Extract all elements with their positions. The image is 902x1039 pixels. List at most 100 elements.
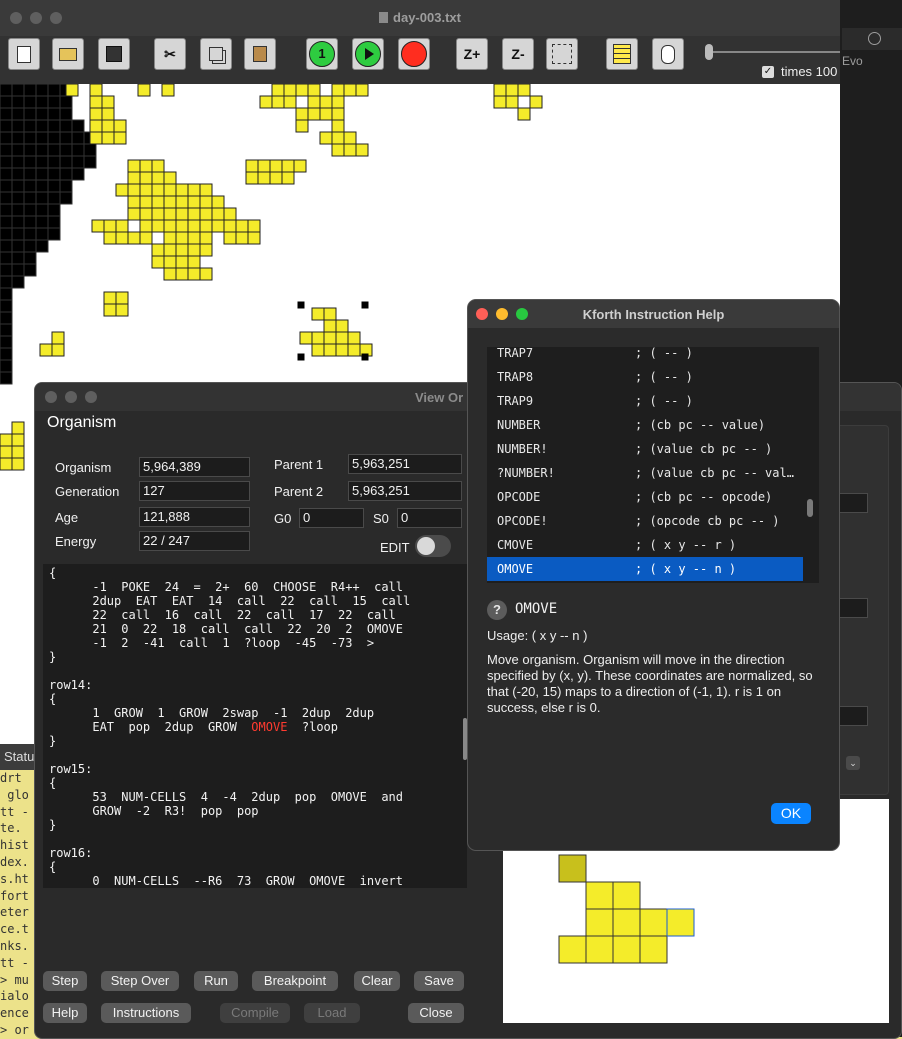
parent2-value: 5,963,251	[348, 481, 462, 501]
barrier-cell	[35, 239, 49, 253]
barrier-cell	[0, 287, 13, 301]
instruction-item[interactable]: OPCODE ; (cb pc -- opcode)	[487, 485, 803, 509]
zoom-out-button[interactable]: Z-	[502, 38, 534, 70]
barrier-cell	[59, 107, 73, 121]
barrier-cell	[59, 167, 73, 181]
instruction-item[interactable]: OPCODE! ; (opcode cb pc -- )	[487, 509, 803, 533]
save-button[interactable]: Save	[414, 971, 464, 991]
organism-cell	[139, 231, 153, 245]
s0-value[interactable]: 0	[397, 508, 462, 528]
organism-cell	[323, 343, 337, 357]
instruction-item[interactable]: TRAP8 ; ( -- )	[487, 365, 803, 389]
barrier-cell	[0, 335, 13, 349]
question-icon: ?	[487, 600, 507, 620]
ok-button[interactable]: OK	[771, 803, 811, 824]
organism-cell	[127, 183, 141, 197]
play-button[interactable]	[352, 38, 384, 70]
instruction-item[interactable]: NUMBER ; (cb pc -- value)	[487, 413, 803, 437]
paste-button[interactable]	[244, 38, 276, 70]
terminal-fragment: drt glo tt - te. hist dex. s.ht fort ete…	[0, 770, 34, 1037]
chevron-down-icon[interactable]: ⌄	[846, 756, 860, 770]
zoom-fit-button[interactable]	[546, 38, 578, 70]
new-file-icon	[17, 45, 31, 63]
grid-view-button[interactable]	[606, 38, 638, 70]
preview-cell	[612, 908, 641, 937]
step-over-button[interactable]: Step Over	[101, 971, 179, 991]
barrier-cell	[47, 191, 61, 205]
instructions-button[interactable]: Instructions	[101, 1003, 191, 1023]
organism-cell	[343, 83, 357, 97]
barrier-cell	[0, 323, 13, 337]
instruction-item[interactable]: ?NUMBER! ; (value cb pc -- val…	[487, 461, 803, 485]
instruction-item[interactable]: OMOVE ; ( x y -- n )	[487, 557, 803, 581]
organism-cell	[151, 219, 165, 233]
background-tab-label: Evo	[842, 54, 863, 68]
background-window-tab[interactable]: Evo	[842, 28, 902, 68]
organism-cell	[271, 83, 285, 97]
instruction-list[interactable]: TRAP7 ; ( -- ) TRAP8 ; ( -- ) TRAP9 ; ( -- ) N…	[487, 347, 819, 583]
status-tab[interactable]: Statu	[0, 744, 38, 770]
energy-value: 22 / 247	[139, 531, 250, 551]
organism-cell	[505, 83, 519, 97]
mouse-mode-button[interactable]	[652, 38, 684, 70]
organism-cell	[199, 231, 213, 245]
organism-cell	[65, 83, 79, 97]
floppy-disk-icon	[106, 46, 122, 62]
instruction-item[interactable]: TRAP9 ; ( -- )	[487, 389, 803, 413]
g0-value[interactable]: 0	[299, 508, 364, 528]
open-file-button[interactable]	[52, 38, 84, 70]
code-text: { -1 POKE 24 = 2+ 60 CHOOSE R4++ call 2d…	[43, 564, 467, 888]
barrier-cell	[11, 215, 25, 229]
barrier-cell	[23, 227, 37, 241]
clear-button[interactable]: Clear	[354, 971, 400, 991]
organism-cell	[223, 219, 237, 233]
barrier-cell	[0, 227, 13, 241]
step-button[interactable]: Step	[43, 971, 87, 991]
preview-selected-cell	[666, 908, 695, 937]
barrier-cell	[11, 95, 25, 109]
barrier-cell	[23, 251, 37, 265]
close-window-button[interactable]	[45, 391, 57, 403]
organism-cell	[355, 143, 369, 157]
organism-cell	[151, 255, 165, 269]
compile-button[interactable]: Compile	[220, 1003, 290, 1023]
new-file-button[interactable]	[8, 38, 40, 70]
speed-slider-track[interactable]	[712, 51, 840, 53]
load-button[interactable]: Load	[304, 1003, 360, 1023]
barrier-cell	[35, 179, 49, 193]
barrier-cell	[35, 215, 49, 229]
instruction-item[interactable]: CMOVE ; ( x y -- r )	[487, 533, 803, 557]
stop-button[interactable]	[398, 38, 430, 70]
zoom-in-button[interactable]: Z+	[456, 38, 488, 70]
breakpoint-button[interactable]: Breakpoint	[252, 971, 338, 991]
copy-button[interactable]	[200, 38, 232, 70]
run-button[interactable]: Run	[194, 971, 238, 991]
instruction-item[interactable]: TRAP7 ; ( -- )	[487, 347, 803, 365]
zoom-window-button[interactable]	[85, 391, 97, 403]
barrier-cell	[0, 191, 13, 205]
help-button[interactable]: Help	[43, 1003, 87, 1023]
barrier-cell	[0, 371, 13, 385]
organism-cell	[295, 119, 309, 133]
barrier-cell	[11, 131, 25, 145]
instruction-item[interactable]: NUMBER! ; (value cb pc -- )	[487, 437, 803, 461]
times-checkbox[interactable]: ✓	[762, 66, 774, 78]
zoom-fit-icon	[552, 44, 572, 64]
speed-slider-knob[interactable]	[705, 44, 713, 60]
cut-button[interactable]: ✂	[154, 38, 186, 70]
close-button[interactable]: Close	[408, 1003, 464, 1023]
minimize-window-button[interactable]	[65, 391, 77, 403]
single-step-button[interactable]: 1	[306, 38, 338, 70]
instruction-usage: Usage: ( x y -- n )	[487, 628, 588, 643]
organism-cell	[115, 219, 129, 233]
instruction-item-signature: ; ( -- )	[635, 370, 693, 384]
instruction-list-scrollbar[interactable]	[807, 499, 813, 517]
barrier-cell	[35, 131, 49, 145]
preview-cell	[639, 935, 668, 964]
edit-toggle-knob[interactable]	[417, 537, 435, 555]
organism-cell	[245, 159, 259, 173]
barrier-cell	[47, 107, 61, 121]
organism-cell	[331, 107, 345, 121]
save-file-button[interactable]	[98, 38, 130, 70]
code-editor[interactable]: { -1 POKE 24 = 2+ 60 CHOOSE R4++ call 2d…	[43, 564, 467, 888]
